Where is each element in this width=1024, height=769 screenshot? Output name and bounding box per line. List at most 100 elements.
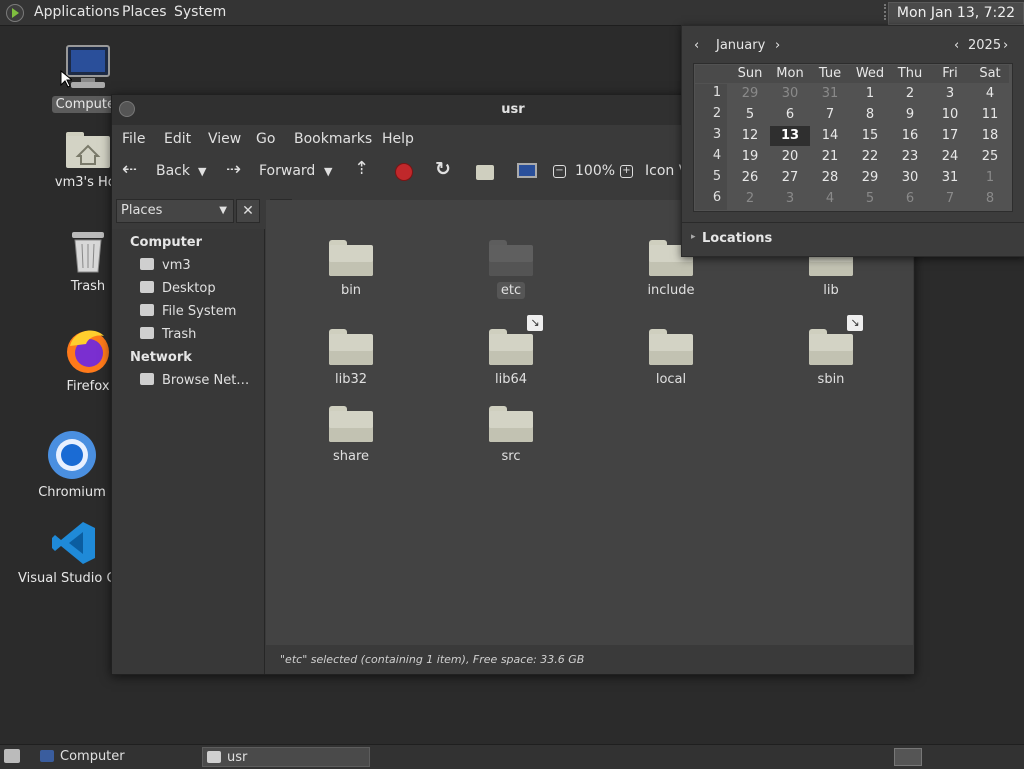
- calendar-day[interactable]: 15: [850, 126, 890, 146]
- folder-item-selected[interactable]: etc: [451, 240, 571, 299]
- calendar-day[interactable]: 28: [810, 168, 850, 188]
- back-button[interactable]: Back: [156, 163, 190, 179]
- menu-help[interactable]: Help: [382, 131, 414, 147]
- taskbar-item-usr[interactable]: usr: [202, 747, 370, 767]
- forward-arrow-icon[interactable]: ⇢: [226, 159, 241, 180]
- main-menu-icon[interactable]: [6, 4, 24, 22]
- calendar-day[interactable]: 31: [930, 168, 970, 188]
- sidebar-selector[interactable]: Places ▼: [116, 199, 234, 223]
- calendar-day[interactable]: 30: [890, 168, 930, 188]
- show-desktop-icon[interactable]: [4, 749, 20, 763]
- sidebar-item-trash[interactable]: Trash: [140, 327, 196, 342]
- folder-item[interactable]: src: [451, 406, 571, 465]
- calendar-day[interactable]: 5: [730, 105, 770, 125]
- calendar-day[interactable]: 6: [890, 189, 930, 209]
- folder-icon: [489, 240, 533, 276]
- back-history-dropdown-icon[interactable]: ▼: [198, 165, 206, 178]
- calendar-day[interactable]: 24: [930, 147, 970, 167]
- calendar-day[interactable]: 4: [810, 189, 850, 209]
- calendar-day[interactable]: 4: [970, 84, 1010, 104]
- folder-item[interactable]: share: [291, 406, 411, 465]
- zoom-out-icon[interactable]: −: [553, 165, 566, 178]
- forward-history-dropdown-icon[interactable]: ▼: [324, 165, 332, 178]
- reload-icon[interactable]: ↻: [435, 158, 451, 180]
- calendar-day[interactable]: 10: [930, 105, 970, 125]
- menu-go[interactable]: Go: [256, 131, 275, 147]
- next-month-icon[interactable]: ›: [775, 38, 780, 53]
- calendar-weekday-6: Sat: [979, 66, 1001, 81]
- system-menu[interactable]: System: [174, 4, 226, 20]
- sidebar-item-vm3[interactable]: vm3: [140, 258, 191, 273]
- back-arrow-icon[interactable]: ⇠: [122, 159, 137, 180]
- calendar-day[interactable]: 20: [770, 147, 810, 167]
- calendar-day[interactable]: 2: [730, 189, 770, 209]
- menu-file[interactable]: File: [122, 131, 145, 147]
- menu-bookmarks[interactable]: Bookmarks: [294, 131, 372, 147]
- calendar-day[interactable]: 27: [770, 168, 810, 188]
- calendar-day[interactable]: 7: [930, 189, 970, 209]
- calendar-day[interactable]: 12: [730, 126, 770, 146]
- next-year-icon[interactable]: ›: [1003, 38, 1008, 53]
- up-arrow-icon[interactable]: ⇡: [354, 158, 369, 179]
- calendar-day[interactable]: 7: [810, 105, 850, 125]
- calendar-day[interactable]: 1: [850, 84, 890, 104]
- folder-label: bin: [340, 283, 362, 298]
- folder-item[interactable]: lib32: [291, 329, 411, 388]
- stop-icon[interactable]: [395, 163, 413, 181]
- calendar-day[interactable]: 30: [770, 84, 810, 104]
- menu-edit[interactable]: Edit: [164, 131, 191, 147]
- calendar-day[interactable]: 19: [730, 147, 770, 167]
- workspace-switcher[interactable]: [894, 748, 922, 766]
- forward-button[interactable]: Forward: [259, 163, 315, 179]
- sidebar-item-filesystem[interactable]: File System: [140, 304, 236, 319]
- file-view[interactable]: bin etc include lib lib32 ↘ lib64 local: [266, 200, 913, 645]
- calendar-day[interactable]: 17: [930, 126, 970, 146]
- calendar-today[interactable]: 13: [770, 126, 810, 146]
- zoom-in-icon[interactable]: +: [620, 165, 633, 178]
- folder-item[interactable]: bin: [291, 240, 411, 299]
- taskbar-item-computer[interactable]: Computer: [36, 747, 196, 767]
- applications-menu[interactable]: Applications: [34, 4, 120, 20]
- calendar-day[interactable]: 18: [970, 126, 1010, 146]
- sidebar-item-desktop[interactable]: Desktop: [140, 281, 216, 296]
- vscode-icon: [52, 522, 95, 564]
- sidebar-close-button[interactable]: ✕: [236, 199, 260, 223]
- calendar-day[interactable]: 6: [770, 105, 810, 125]
- calendar-week-number: 4: [712, 148, 722, 163]
- clock[interactable]: Mon Jan 13, 7:22 AM: [888, 2, 1024, 41]
- computer-toolbar-icon[interactable]: [517, 163, 537, 178]
- calendar-day[interactable]: 26: [730, 168, 770, 188]
- home-icon[interactable]: [476, 165, 494, 180]
- prev-year-icon[interactable]: ‹: [954, 38, 959, 53]
- calendar-day[interactable]: 23: [890, 147, 930, 167]
- calendar-day[interactable]: 25: [970, 147, 1010, 167]
- desktop-icon-chromium[interactable]: Chromium: [22, 430, 122, 501]
- folder-item[interactable]: ↘ lib64: [451, 315, 571, 388]
- calendar-day[interactable]: 16: [890, 126, 930, 146]
- calendar-day[interactable]: 31: [810, 84, 850, 104]
- calendar-day[interactable]: 9: [890, 105, 930, 125]
- calendar-day[interactable]: 3: [930, 84, 970, 104]
- calendar-day[interactable]: 5: [850, 189, 890, 209]
- locations-expander[interactable]: Locations: [702, 231, 772, 246]
- calendar-day[interactable]: 29: [730, 84, 770, 104]
- calendar-day[interactable]: 22: [850, 147, 890, 167]
- chevron-down-icon: ▼: [219, 205, 227, 216]
- calendar-day[interactable]: 14: [810, 126, 850, 146]
- expander-arrow-icon[interactable]: ▸: [691, 232, 696, 242]
- calendar-day[interactable]: 29: [850, 168, 890, 188]
- menu-view[interactable]: View: [208, 131, 241, 147]
- calendar-day[interactable]: 8: [850, 105, 890, 125]
- folder-item[interactable]: local: [611, 329, 731, 388]
- calendar-day[interactable]: 8: [970, 189, 1010, 209]
- prev-month-icon[interactable]: ‹: [694, 38, 699, 53]
- calendar-day[interactable]: 2: [890, 84, 930, 104]
- calendar-day[interactable]: 3: [770, 189, 810, 209]
- places-menu[interactable]: Places: [122, 4, 167, 20]
- sidebar-item-browse-network[interactable]: Browse Net…: [140, 373, 249, 388]
- calendar-day[interactable]: 11: [970, 105, 1010, 125]
- calendar-day[interactable]: 21: [810, 147, 850, 167]
- folder-item[interactable]: ↘ sbin: [771, 315, 891, 388]
- calendar-day[interactable]: 1: [970, 168, 1010, 188]
- desktop-icon-vscode[interactable]: Visual Studio Co: [18, 520, 124, 587]
